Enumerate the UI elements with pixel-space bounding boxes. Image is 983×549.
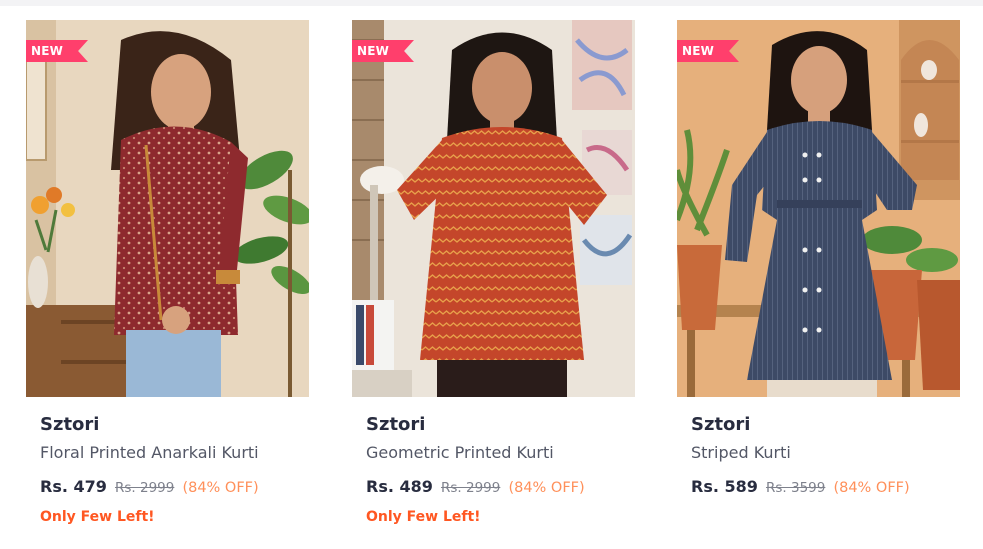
original-price: Rs. 2999	[114, 480, 175, 496]
discount-label: (84% OFF)	[508, 480, 585, 496]
badge-label: NEW	[682, 44, 715, 58]
price-row: Rs. 489 Rs. 2999 (84% OFF)	[366, 477, 626, 498]
price-row: Rs. 589 Rs. 3599 (84% OFF)	[691, 477, 951, 498]
product-name: Floral Printed Anarkali Kurti	[40, 443, 259, 462]
selling-price: Rs. 479	[40, 477, 107, 496]
product-card[interactable]: NEW Sztori Striped Kurti Rs. 589 Rs. 359…	[677, 20, 960, 545]
price-row: Rs. 479 Rs. 2999 (84% OFF)	[40, 477, 300, 498]
product-image[interactable]: NEW	[352, 20, 635, 397]
product-name: Geometric Printed Kurti	[366, 443, 554, 462]
new-badge: NEW	[352, 40, 414, 62]
product-card[interactable]: NEW Sztori Floral Printed Anarkali Kurti…	[26, 20, 309, 545]
top-divider	[0, 0, 983, 6]
product-brand: Sztori	[691, 414, 751, 435]
product-image[interactable]: NEW	[677, 20, 960, 397]
new-badge: NEW	[26, 40, 88, 62]
new-badge: NEW	[677, 40, 739, 62]
discount-label: (84% OFF)	[182, 480, 259, 496]
product-image[interactable]: NEW	[26, 20, 309, 397]
stock-note: Only Few Left!	[40, 509, 155, 525]
badge-label: NEW	[31, 44, 64, 58]
discount-label: (84% OFF)	[833, 480, 910, 496]
original-price: Rs. 3599	[765, 480, 826, 496]
badge-label: NEW	[357, 44, 390, 58]
product-info[interactable]: Sztori Geometric Printed Kurti Rs. 489 R…	[366, 413, 626, 526]
selling-price: Rs. 489	[366, 477, 433, 496]
product-info[interactable]: Sztori Floral Printed Anarkali Kurti Rs.…	[40, 413, 300, 526]
product-card[interactable]: NEW Sztori Geometric Printed Kurti Rs. 4…	[352, 20, 635, 545]
original-price: Rs. 2999	[440, 480, 501, 496]
stock-note: Only Few Left!	[366, 509, 481, 525]
selling-price: Rs. 589	[691, 477, 758, 496]
product-brand: Sztori	[366, 414, 426, 435]
product-name: Striped Kurti	[691, 443, 791, 462]
product-info[interactable]: Sztori Striped Kurti Rs. 589 Rs. 3599 (8…	[691, 413, 951, 498]
product-brand: Sztori	[40, 414, 100, 435]
